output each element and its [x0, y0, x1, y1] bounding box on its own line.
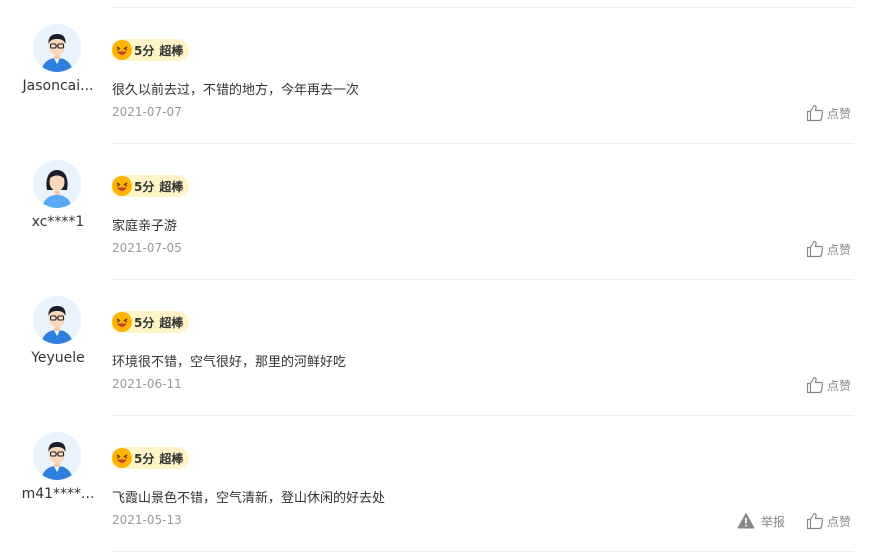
review-content: 很久以前去过，不错的地方，今年再去一次 [112, 83, 360, 98]
review-content: 环境很不错，空气很好，那里的河鲜好吃 [112, 355, 347, 370]
username[interactable]: Yeyuele [10, 350, 106, 366]
thumbs-up-icon [806, 512, 824, 530]
female-avatar-icon [33, 160, 81, 208]
like-label: 点赞 [827, 378, 852, 393]
rating-score: 5分 [134, 315, 155, 330]
review-item: m41****... 5分 超棒 飞霞山景色不错，空气清新，登山休闲的好去处 2… [0, 416, 876, 552]
username[interactable]: xc****1 [10, 214, 106, 230]
review-content: 飞霞山景色不错，空气清新，登山休闲的好去处 [112, 491, 386, 506]
like-button[interactable]: 点赞 [806, 103, 851, 123]
user-avatar[interactable] [33, 296, 81, 344]
male-avatar-icon [33, 432, 81, 480]
thumbs-up-icon [806, 240, 824, 258]
like-button[interactable]: 点赞 [806, 375, 851, 395]
laughing-face-icon [112, 40, 132, 60]
like-button[interactable]: 点赞 [806, 511, 851, 531]
like-label: 点赞 [827, 106, 852, 121]
rating-score: 5分 [134, 43, 155, 58]
laughing-face-icon [112, 176, 132, 196]
like-label: 点赞 [827, 242, 852, 257]
laughing-face-icon [112, 312, 132, 332]
thumbs-up-icon [806, 104, 824, 122]
review-date: 2021-07-07 [112, 105, 182, 119]
like-button[interactable]: 点赞 [806, 239, 851, 259]
report-label: 举报 [761, 514, 786, 529]
male-avatar-icon [33, 296, 81, 344]
user-avatar[interactable] [33, 432, 81, 480]
laughing-face-icon [112, 448, 132, 468]
thumbs-up-icon [806, 376, 824, 394]
warning-icon [737, 513, 755, 529]
male-avatar-icon [33, 24, 81, 72]
review-item: xc****1 5分 超棒 家庭亲子游 2021-07-05 点赞 [0, 144, 876, 280]
rating-badge: 5分 超棒 [111, 447, 190, 469]
rating-level: 超棒 [159, 315, 184, 330]
review-item: Jasoncai... 5分 超棒 很久以前去过，不错的地方，今年再去一次 20… [0, 8, 876, 144]
review-date: 2021-06-11 [112, 377, 182, 391]
rating-level: 超棒 [159, 43, 184, 58]
review-date: 2021-07-05 [112, 241, 182, 255]
rating-level: 超棒 [159, 179, 184, 194]
user-avatar[interactable] [33, 160, 81, 208]
review-date: 2021-05-13 [112, 513, 182, 527]
report-button[interactable]: 举报 [737, 511, 785, 531]
username[interactable]: m41****... [10, 486, 106, 502]
rating-badge: 5分 超棒 [111, 175, 190, 197]
username[interactable]: Jasoncai... [10, 78, 106, 94]
rating-score: 5分 [134, 179, 155, 194]
rating-score: 5分 [134, 451, 155, 466]
user-avatar[interactable] [33, 24, 81, 72]
rating-level: 超棒 [159, 451, 184, 466]
review-item: Yeyuele 5分 超棒 环境很不错，空气很好，那里的河鲜好吃 2021-06… [0, 280, 876, 416]
rating-badge: 5分 超棒 [111, 311, 190, 333]
like-label: 点赞 [827, 514, 852, 529]
review-content: 家庭亲子游 [112, 219, 178, 234]
rating-badge: 5分 超棒 [111, 39, 190, 61]
